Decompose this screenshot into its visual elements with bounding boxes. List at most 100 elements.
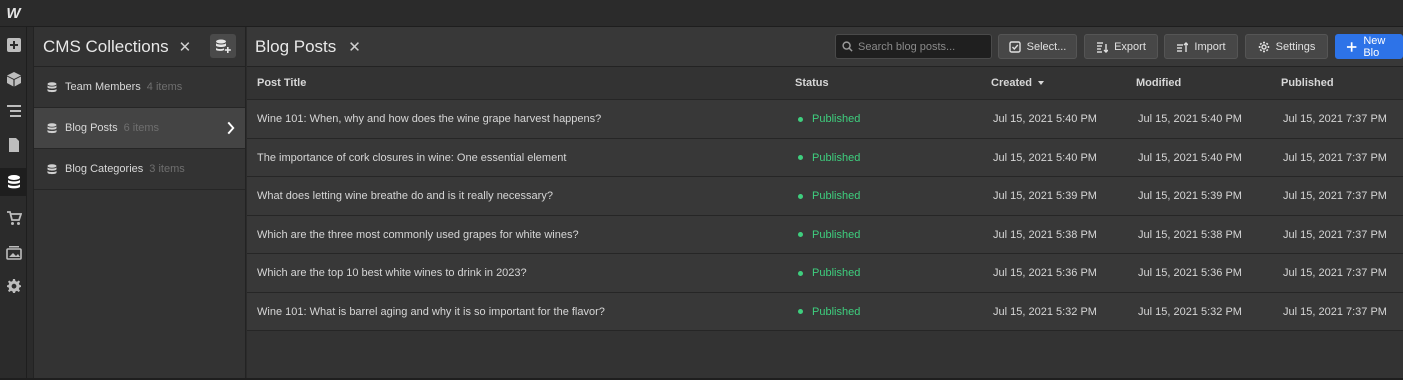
collection-items-panel: Blog Posts ✕ Select... Export Import Set… — [247, 27, 1403, 380]
sort-descending-icon — [1037, 81, 1044, 86]
collection-title: Blog Posts — [255, 36, 337, 56]
table-row[interactable]: Wine 101: What is barrel aging and why i… — [247, 292, 1403, 331]
published-cell: Jul 15, 2021 7:37 PM — [1283, 190, 1387, 202]
collection-name: Blog Posts — [65, 122, 118, 134]
close-icon[interactable]: ✕ — [179, 38, 192, 56]
add-icon[interactable] — [0, 31, 27, 59]
search-icon — [842, 41, 853, 52]
collection-count: 4 items — [146, 81, 183, 93]
published-cell: Jul 15, 2021 7:37 PM — [1283, 305, 1387, 318]
table-header: Post Title Status Created Modified Publi… — [247, 67, 1403, 100]
export-button-label: Export — [1114, 40, 1146, 53]
created-cell: Jul 15, 2021 5:39 PM — [993, 190, 1097, 202]
status-dot-icon — [798, 155, 803, 160]
post-title-cell: Which are the three most commonly used g… — [257, 228, 579, 241]
search-input[interactable] — [858, 40, 988, 53]
add-collection-button[interactable] — [210, 34, 236, 58]
top-bar: W — [0, 0, 1403, 27]
export-button[interactable]: Export — [1084, 34, 1158, 59]
search-box[interactable] — [835, 34, 992, 59]
status-label: Published — [812, 228, 861, 241]
collection-count: 6 items — [123, 122, 160, 134]
collection-item-blog-posts[interactable]: Blog Posts 6 items — [34, 108, 245, 149]
collection-item-blog-categories[interactable]: Blog Categories 3 items — [34, 149, 245, 190]
post-title-cell: Wine 101: When, why and how does the win… — [257, 113, 602, 125]
modified-cell: Jul 15, 2021 5:40 PM — [1138, 113, 1242, 125]
collection-name: Team Members — [65, 81, 141, 93]
table-row[interactable]: Wine 101: When, why and how does the win… — [247, 100, 1403, 139]
status-cell: Published — [798, 152, 860, 164]
collection-count: 3 items — [149, 163, 185, 175]
table-row[interactable]: What does letting wine breathe do and is… — [247, 177, 1403, 216]
column-header-status[interactable]: Status — [795, 77, 829, 89]
status-label: Published — [812, 267, 861, 279]
cms-collections-panel: CMS Collections ✕ Team Members 4 items B… — [33, 27, 246, 380]
import-button-label: Import — [1194, 40, 1226, 53]
collection-item-team-members[interactable]: Team Members 4 items — [34, 67, 245, 108]
import-button[interactable]: Import — [1164, 34, 1238, 59]
settings-button[interactable]: Settings — [1245, 34, 1328, 59]
cube-icon[interactable] — [0, 65, 27, 93]
modified-cell: Jul 15, 2021 5:39 PM — [1138, 190, 1242, 202]
created-cell: Jul 15, 2021 5:40 PM — [993, 151, 1097, 164]
column-header-published[interactable]: Published — [1281, 77, 1334, 89]
post-title-cell: What does letting wine breathe do and is… — [257, 190, 553, 202]
status-dot-icon — [798, 116, 803, 122]
plus-icon — [1346, 41, 1357, 52]
new-blog-post-button[interactable]: New Blo — [1335, 34, 1403, 59]
column-header-post-title[interactable]: Post Title — [257, 77, 306, 89]
column-header-created-label: Created — [991, 77, 1032, 89]
database-icon — [47, 122, 57, 134]
created-cell: Jul 15, 2021 5:36 PM — [993, 267, 1097, 279]
table-row[interactable]: Which are the top 10 best white wines to… — [247, 254, 1403, 293]
table-row[interactable]: The importance of cork closures in wine:… — [247, 138, 1403, 177]
navigator-icon[interactable] — [0, 97, 27, 125]
status-dot-icon — [798, 232, 803, 237]
database-icon — [47, 163, 57, 175]
table-row[interactable]: Which are the three most commonly used g… — [247, 215, 1403, 254]
assets-icon[interactable] — [0, 238, 27, 266]
status-cell: Published — [798, 229, 860, 241]
created-cell: Jul 15, 2021 5:32 PM — [993, 305, 1097, 318]
select-button-label: Select... — [1026, 40, 1067, 53]
status-cell: Published — [798, 267, 860, 279]
status-dot-icon — [798, 193, 803, 199]
export-icon — [1097, 41, 1109, 53]
created-cell: Jul 15, 2021 5:38 PM — [993, 228, 1097, 241]
left-toolbar — [0, 27, 27, 380]
chevron-right-icon — [225, 121, 235, 135]
new-blog-post-button-label: New Blo — [1363, 34, 1386, 59]
status-dot-icon — [798, 270, 803, 276]
select-button[interactable]: Select... — [998, 34, 1077, 59]
ecommerce-cart-icon[interactable] — [0, 204, 27, 232]
modified-cell: Jul 15, 2021 5:38 PM — [1138, 228, 1242, 241]
published-cell: Jul 15, 2021 7:37 PM — [1283, 228, 1387, 241]
settings-gear-icon[interactable] — [0, 272, 27, 300]
status-label: Published — [812, 151, 861, 164]
cms-title: CMS Collections — [43, 36, 169, 56]
database-icon — [47, 81, 57, 93]
collection-name: Blog Categories — [65, 163, 144, 175]
collection-header: Blog Posts ✕ Select... Export Import Set… — [247, 27, 1403, 67]
published-cell: Jul 15, 2021 7:37 PM — [1283, 151, 1387, 164]
cms-database-icon[interactable] — [0, 168, 27, 196]
status-label: Published — [812, 305, 861, 318]
modified-cell: Jul 15, 2021 5:40 PM — [1138, 151, 1242, 164]
modified-cell: Jul 15, 2021 5:36 PM — [1138, 267, 1242, 279]
column-header-modified[interactable]: Modified — [1136, 77, 1181, 89]
status-cell: Published — [798, 190, 860, 202]
webflow-logo[interactable]: W — [0, 0, 27, 27]
checkbox-icon — [1008, 40, 1021, 53]
status-cell: Published — [798, 306, 860, 318]
post-title-cell: The importance of cork closures in wine:… — [257, 151, 567, 164]
status-label: Published — [812, 190, 861, 202]
published-cell: Jul 15, 2021 7:37 PM — [1283, 267, 1387, 279]
published-cell: Jul 15, 2021 7:37 PM — [1283, 113, 1387, 125]
pages-icon[interactable] — [0, 131, 27, 159]
settings-button-label: Settings — [1275, 40, 1316, 53]
import-icon — [1177, 41, 1189, 52]
database-plus-icon — [216, 39, 231, 53]
column-header-created[interactable]: Created — [991, 77, 1044, 89]
close-icon[interactable]: ✕ — [348, 38, 361, 56]
status-label: Published — [812, 113, 861, 125]
